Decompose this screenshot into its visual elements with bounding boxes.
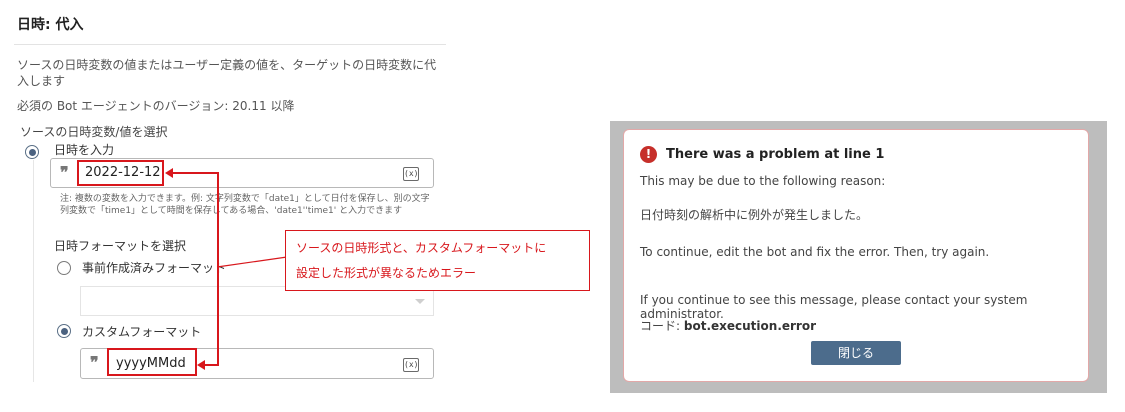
callout-pointer: [216, 256, 288, 268]
callout-line-1: ソースの日時形式と、カスタムフォーマットに: [296, 241, 547, 255]
quote-icon: ❞: [90, 353, 99, 372]
dialog-code: コード: bot.execution.error: [640, 317, 816, 334]
predefined-format-radio[interactable]: [57, 261, 71, 275]
input-note: 注: 複数の変数を入力できます。例: 文字列変数で「date1」として日付を保存…: [60, 194, 430, 216]
dialog-reason: This may be due to the following reason:: [640, 174, 886, 188]
error-callout: ソースの日時形式と、カスタムフォーマットに 設定した形式が異なるためエラー: [285, 230, 590, 291]
enter-datetime-radio[interactable]: [25, 145, 39, 159]
highlight-custom-value: [107, 348, 197, 376]
format-section-label: 日時フォーマットを選択: [54, 239, 187, 253]
title-divider: [14, 44, 446, 45]
custom-format-radio[interactable]: [57, 324, 71, 338]
callout-line-2: 設定した形式が異なるためエラー: [296, 266, 477, 280]
error-icon: !: [640, 146, 657, 163]
dialog-title: There was a problem at line 1: [666, 147, 885, 162]
arrow-left-icon: [165, 168, 173, 178]
dialog-error-message: 日付時刻の解析中に例外が発生しました。: [640, 208, 869, 222]
enter-datetime-label: 日時を入力: [54, 143, 115, 157]
required-version: 必須の Bot エージェントのバージョン: 20.11 以降: [17, 99, 295, 113]
dialog-code-label: コード:: [640, 319, 681, 333]
quote-icon: ❞: [60, 163, 69, 182]
dialog-code-value: bot.execution.error: [683, 319, 817, 333]
action-description: ソースの日時変数の値またはユーザー定義の値を、ターゲットの日時変数に代入します: [17, 58, 437, 88]
variable-insert-icon[interactable]: (x): [403, 167, 419, 181]
custom-format-label: カスタムフォーマット: [82, 325, 202, 339]
connector-top: [168, 172, 218, 174]
arrow-left-icon: [197, 360, 205, 370]
chevron-down-icon: [415, 299, 425, 304]
close-button[interactable]: 閉じる: [811, 341, 901, 365]
page-title: 日時: 代入: [17, 17, 84, 33]
predefined-format-label: 事前作成済みフォーマット: [82, 261, 227, 275]
source-section-label: ソースの日時変数/値を選択: [20, 125, 168, 139]
tree-guide-line: [33, 160, 34, 382]
variable-insert-icon[interactable]: (x): [403, 358, 419, 372]
dialog-instruction: To continue, edit the bot and fix the er…: [640, 245, 990, 259]
error-dialog: ! There was a problem at line 1 This may…: [623, 129, 1089, 382]
highlight-source-value: [77, 160, 164, 186]
